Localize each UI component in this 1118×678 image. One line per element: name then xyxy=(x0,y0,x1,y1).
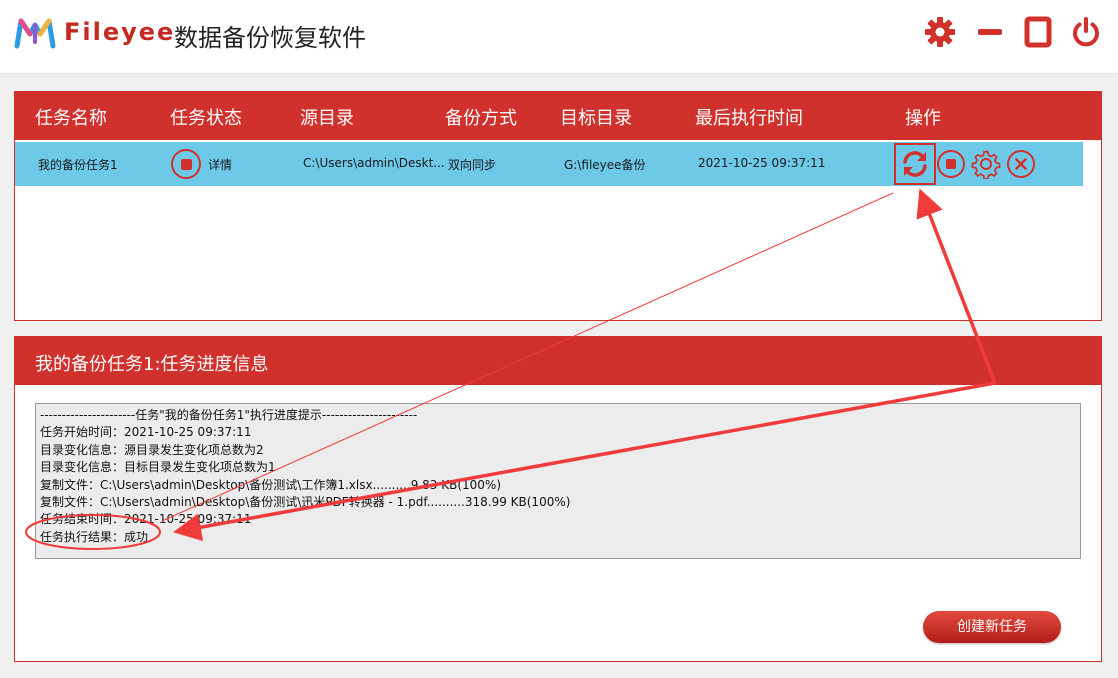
column-header-name: 任务名称 xyxy=(35,108,107,129)
task-table-header: 任务名称 任务状态 源目录 备份方式 目标目录 最后执行时间 操作 xyxy=(15,92,1101,140)
stop-icon xyxy=(937,150,965,178)
stop-icon xyxy=(180,158,192,170)
status-detail-link[interactable]: 详情 xyxy=(208,156,232,173)
task-mode: 双向同步 xyxy=(448,158,497,172)
gear-icon xyxy=(925,17,955,47)
log-line: 任务开始时间：2021-10-25 09:37:11 xyxy=(40,425,252,440)
close-button[interactable] xyxy=(1068,14,1104,50)
progress-title: 我的备份任务1:任务进度信息 xyxy=(35,354,269,375)
log-result-line: 任务执行结果：成功 xyxy=(40,529,149,544)
maximize-button[interactable] xyxy=(1020,14,1056,50)
log-line: 目录变化信息：源目录发生变化项总数为2 xyxy=(40,442,264,457)
settings-button[interactable] xyxy=(922,14,958,50)
minimize-button[interactable] xyxy=(972,14,1008,50)
progress-log[interactable]: ----------------------任务"我的备份任务1"执行进度提示-… xyxy=(35,403,1081,559)
column-header-status: 任务状态 xyxy=(170,108,242,129)
column-header-mode: 备份方式 xyxy=(445,108,517,129)
create-task-button[interactable]: 创建新任务 xyxy=(923,611,1061,643)
task-list-panel: 任务名称 任务状态 源目录 备份方式 目标目录 最后执行时间 操作 我的备份任务… xyxy=(14,91,1102,321)
column-header-operations: 操作 xyxy=(905,108,941,129)
task-stop-button[interactable] xyxy=(171,149,201,179)
task-source: C:\Users\admin\Deskt... xyxy=(303,156,445,170)
column-header-source: 源目录 xyxy=(300,108,354,129)
logo-icon xyxy=(14,18,56,49)
log-line: 复制文件：C:\Users\admin\Desktop\备份测试\工作簿1.xl… xyxy=(40,477,502,492)
progress-panel: 我的备份任务1:任务进度信息 ----------------------任务"… xyxy=(14,336,1102,662)
title-bar: Fileyee 数据备份恢复软件 xyxy=(0,0,1118,74)
task-target: G:\fileyee备份 xyxy=(564,158,646,172)
task-last-run: 2021-10-25 09:37:11 xyxy=(698,156,826,170)
stop-button[interactable] xyxy=(935,148,967,180)
minimize-icon xyxy=(978,29,1002,35)
column-header-target: 目标目录 xyxy=(560,108,632,129)
task-name: 我的备份任务1 xyxy=(38,158,118,172)
progress-header: 我的备份任务1:任务进度信息 xyxy=(15,337,1101,385)
delete-task-button[interactable] xyxy=(1005,148,1037,180)
task-settings-button[interactable] xyxy=(970,148,1002,180)
sync-button[interactable] xyxy=(894,143,936,185)
log-line: 任务结束时间：2021-10-25 09:37:11 xyxy=(40,512,252,527)
log-line: 目录变化信息：目标目录发生变化项总数为1 xyxy=(40,460,276,475)
maximize-icon xyxy=(1024,16,1052,48)
brand-name: Fileyee xyxy=(64,18,176,46)
delete-icon xyxy=(1007,150,1035,178)
power-icon xyxy=(1073,17,1099,47)
sync-icon xyxy=(903,151,927,177)
table-row[interactable]: 我的备份任务1 详情 C:\Users\admin\Deskt... 双向同步 … xyxy=(15,142,1083,186)
log-line: ----------------------任务"我的备份任务1"执行进度提示-… xyxy=(40,408,418,422)
column-header-last-run: 最后执行时间 xyxy=(695,108,803,129)
app-title: 数据备份恢复软件 xyxy=(174,24,366,52)
log-line: 复制文件：C:\Users\admin\Desktop\备份测试\迅米PDF转换… xyxy=(40,495,571,510)
settings-icon xyxy=(971,150,1001,179)
